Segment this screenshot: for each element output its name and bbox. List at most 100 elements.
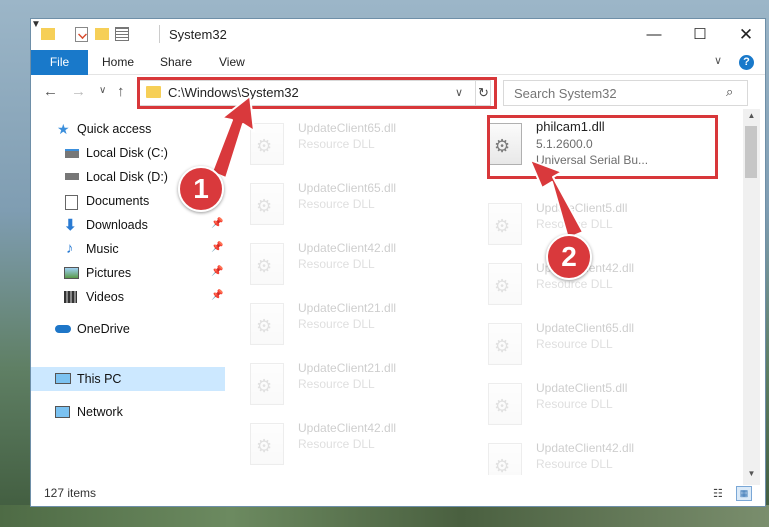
file-name: UpdateClient42.dll: [536, 441, 635, 455]
file-name: UpdateClient5.dll: [536, 201, 628, 215]
file-type: Resource DLL: [536, 397, 613, 411]
file-name: UpdateClient65.dll: [298, 181, 397, 195]
download-icon: ⬇: [64, 217, 77, 234]
file-item[interactable]: ⚙ UpdateClient42.dll Resource DLL: [228, 417, 458, 469]
scroll-up-icon[interactable]: ▲: [743, 111, 760, 120]
scroll-thumb[interactable]: [745, 126, 757, 178]
details-view-icon[interactable]: ☷: [713, 487, 723, 500]
nav-item-label: OneDrive: [77, 322, 130, 336]
ribbon: File Home Share View ∨ ?: [31, 50, 765, 75]
file-type: Resource DLL: [536, 457, 613, 471]
file-item[interactable]: ⚙ UpdateClient42.dll Resource DLL: [228, 237, 458, 289]
nav-item-downloads[interactable]: ⬇ Downloads 📌: [31, 214, 225, 236]
nav-item-onedrive[interactable]: OneDrive: [31, 318, 225, 340]
dll-file-icon: ⚙: [488, 263, 522, 305]
new-folder-icon[interactable]: [95, 28, 109, 40]
dll-file-icon: ⚙: [250, 423, 284, 465]
nav-item-label: Quick access: [77, 122, 152, 136]
chevron-down-icon[interactable]: ∨: [99, 85, 106, 96]
minimize-button[interactable]: —: [631, 19, 677, 50]
title-bar: ▼ System32 — ☐ ✕: [31, 19, 765, 50]
file-type: Resource DLL: [298, 377, 375, 391]
nav-item-music[interactable]: ♪ Music 📌: [31, 238, 225, 260]
dll-file-icon: ⚙: [250, 363, 284, 405]
dll-file-icon: ⚙: [250, 123, 284, 165]
maximize-button[interactable]: ☐: [677, 19, 723, 50]
nav-item-label: Network: [77, 405, 123, 419]
up-arrow-icon[interactable]: ↑: [117, 83, 125, 100]
dll-file-icon: ⚙: [488, 383, 522, 425]
step-1-badge: 1: [178, 166, 224, 212]
file-item[interactable]: ⚙ UpdateClient65.dll Resource DLL: [228, 177, 458, 229]
dll-file-icon: ⚙: [488, 323, 522, 365]
tab-file[interactable]: File: [31, 50, 88, 75]
file-item[interactable]: ⚙ UpdateClient21.dll Resource DLL: [228, 357, 458, 409]
file-name: UpdateClient65.dll: [298, 121, 397, 135]
cloud-icon: [55, 325, 71, 333]
drive-icon: [65, 173, 79, 180]
nav-item-network[interactable]: Network: [31, 401, 225, 423]
navigation-pane: ★ Quick access Local Disk (C:) Local Dis…: [31, 109, 227, 475]
star-icon: ★: [57, 121, 70, 137]
back-arrow-icon[interactable]: ←: [43, 83, 58, 100]
large-icons-view-icon[interactable]: ▦: [736, 486, 752, 501]
tab-share[interactable]: Share: [160, 50, 192, 75]
file-item[interactable]: ⚙ UpdateClient5.dll Resource DLL: [466, 377, 696, 429]
nav-item-label: Local Disk (C:): [86, 146, 168, 160]
drive-icon: [65, 149, 79, 158]
file-type: Resource DLL: [298, 257, 375, 271]
tab-view[interactable]: View: [219, 50, 245, 75]
window-title: System32: [169, 27, 227, 42]
documents-icon: [65, 195, 78, 210]
pin-icon[interactable]: 📌: [211, 266, 223, 277]
step-2-badge: 2: [546, 234, 592, 280]
nav-item-this-pc[interactable]: This PC: [31, 367, 225, 391]
help-icon[interactable]: ?: [739, 55, 754, 70]
file-name: UpdateClient21.dll: [298, 301, 397, 315]
nav-item-label: This PC: [77, 372, 122, 386]
forward-arrow-icon[interactable]: →: [71, 83, 86, 100]
properties-icon[interactable]: [75, 27, 88, 42]
file-name: UpdateClient42.dll: [298, 421, 397, 435]
file-item[interactable]: ⚙ UpdateClient65.dll Resource DLL: [466, 317, 696, 369]
folder-icon[interactable]: [41, 28, 55, 40]
network-icon: [55, 406, 70, 418]
file-item[interactable]: ⚙ UpdateClient21.dll Resource DLL: [228, 297, 458, 349]
file-type: Resource DLL: [298, 197, 375, 211]
file-type: Resource DLL: [298, 437, 375, 451]
file-type: Resource DLL: [298, 137, 375, 151]
pin-icon[interactable]: 📌: [211, 242, 223, 253]
search-box[interactable]: ⌕: [503, 80, 748, 106]
nav-item-videos[interactable]: Videos 📌: [31, 286, 225, 308]
vertical-scrollbar[interactable]: ▲ ▼: [743, 109, 760, 485]
scroll-down-icon[interactable]: ▼: [743, 469, 760, 478]
file-type: Resource DLL: [536, 217, 613, 231]
dll-file-icon: ⚙: [488, 203, 522, 245]
view-options-icon[interactable]: [115, 27, 129, 41]
search-icon[interactable]: ⌕: [726, 84, 733, 100]
nav-item-pictures[interactable]: Pictures 📌: [31, 262, 225, 284]
file-type: Resource DLL: [298, 317, 375, 331]
search-input[interactable]: [512, 83, 716, 103]
address-highlight-box: [137, 77, 497, 109]
nav-item-local-disk-c[interactable]: Local Disk (C:): [31, 142, 225, 164]
close-button[interactable]: ✕: [723, 19, 769, 50]
dll-file-icon: ⚙: [250, 183, 284, 225]
dll-file-icon: ⚙: [250, 303, 284, 345]
pin-icon[interactable]: 📌: [211, 218, 223, 229]
file-name: UpdateClient65.dll: [536, 321, 635, 335]
nav-item-label: Local Disk (D:): [86, 170, 168, 184]
dll-file-icon: ⚙: [488, 443, 522, 475]
chevron-down-icon[interactable]: ∨: [714, 54, 722, 67]
tab-home[interactable]: Home: [102, 50, 134, 75]
music-icon: ♪: [66, 240, 74, 257]
item-count: 127 items: [44, 486, 97, 500]
file-item[interactable]: ⚙ UpdateClient65.dll Resource DLL: [228, 117, 458, 169]
desktop-background: [0, 505, 769, 527]
pictures-icon: [64, 267, 79, 279]
file-item[interactable]: ⚙ UpdateClient42.dll Resource DLL: [466, 437, 696, 475]
file-name: UpdateClient42.dll: [298, 241, 397, 255]
pin-icon[interactable]: 📌: [211, 290, 223, 301]
file-highlight-box: [487, 115, 718, 179]
nav-item-quick-access[interactable]: ★ Quick access: [31, 118, 225, 140]
